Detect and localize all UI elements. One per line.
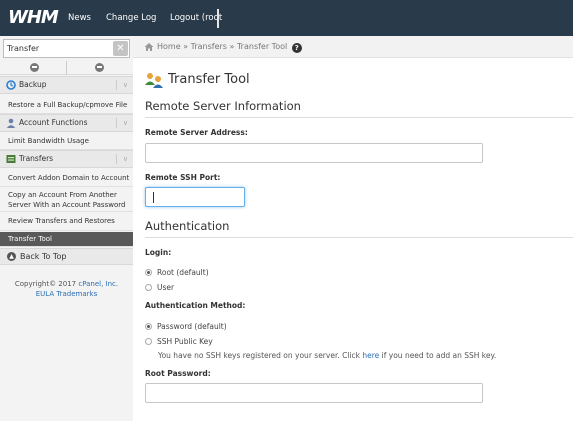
text-cursor xyxy=(217,9,219,28)
collapse-all-icon[interactable] xyxy=(30,63,39,72)
radio-unselected[interactable] xyxy=(145,338,152,345)
radio-selected[interactable] xyxy=(145,269,152,276)
sidebar-item-review-transfers[interactable]: Review Transfers and Restores xyxy=(0,212,133,231)
sidebar-item-limit-bandwidth[interactable]: Limit Bandwidth Usage xyxy=(0,133,133,150)
arrow-up-icon: ▲ xyxy=(7,252,16,261)
auth-method-label: SSH Public Key xyxy=(157,337,213,346)
account-functions-icon xyxy=(6,118,16,128)
authentication-method-label: Authentication Method: xyxy=(145,301,246,310)
authentication-section-heading: Authentication xyxy=(145,218,573,238)
add-ssh-key-link[interactable]: here xyxy=(362,351,379,360)
chevron-down-icon[interactable]: ∨ xyxy=(123,77,128,93)
search-input[interactable] xyxy=(7,40,107,57)
clear-search-icon[interactable]: ✕ xyxy=(113,41,128,56)
remote-server-address-label: Remote Server Address: xyxy=(145,128,248,137)
remote-server-section-heading: Remote Server Information xyxy=(145,98,573,118)
ssh-key-note: You have no SSH keys registered on your … xyxy=(158,351,496,361)
back-to-top-button[interactable]: ▲ Back To Top xyxy=(0,248,133,265)
backup-icon xyxy=(6,80,16,90)
sidebar-category-backup[interactable]: Backup ∨ xyxy=(0,76,133,94)
auth-method-label: Password (default) xyxy=(157,322,227,331)
change-log-link[interactable]: Change Log xyxy=(106,0,156,36)
sidebar-item-convert-addon-domain[interactable]: Convert Addon Domain to Account xyxy=(0,169,133,187)
sidebar-category-transfers[interactable]: Transfers ∨ xyxy=(0,150,133,168)
trademarks-link[interactable]: Trademarks xyxy=(56,290,97,298)
top-bar: WHM News Change Log Logout (root xyxy=(0,0,573,36)
remote-ssh-port-input[interactable] xyxy=(145,187,245,207)
chevron-down-icon[interactable]: ∨ xyxy=(123,115,128,131)
cpanel-link[interactable]: cPanel, Inc. xyxy=(78,280,118,288)
divider xyxy=(116,118,117,128)
eula-link[interactable]: EULA xyxy=(36,290,54,298)
login-option-root[interactable]: Root (default) xyxy=(145,268,209,278)
breadcrumb-separator: » xyxy=(183,42,189,51)
sidebar-item-label: Copy an Account From Another xyxy=(8,191,117,199)
radio-selected[interactable] xyxy=(145,323,152,330)
breadcrumb-separator: » xyxy=(229,42,235,51)
breadcrumb-trail: Home » Transfers » Transfer Tool ? xyxy=(157,36,302,58)
sidebar-item-label: Transfer Tool xyxy=(8,235,52,243)
sidebar: ✕ Backup ∨ Restore a Full Backup/cpmove … xyxy=(0,36,133,421)
radio-unselected[interactable] xyxy=(145,284,152,291)
page-title: Transfer Tool xyxy=(168,72,250,87)
remote-ssh-port-label: Remote SSH Port: xyxy=(145,173,221,182)
divider xyxy=(66,61,67,75)
sidebar-item-restore-full-backup[interactable]: Restore a Full Backup/cpmove File xyxy=(0,96,133,114)
ssh-key-note-text: You have no SSH keys registered on your … xyxy=(158,351,360,360)
auth-method-ssh-key[interactable]: SSH Public Key xyxy=(145,337,213,347)
login-option-label: User xyxy=(157,283,175,292)
ssh-key-note-text: if you need to add an SSH key. xyxy=(381,351,497,360)
breadcrumb-transfers[interactable]: Transfers xyxy=(191,42,227,51)
sidebar-item-label: Review Transfers and Restores xyxy=(8,217,115,225)
sidebar-category-label: Transfers xyxy=(19,154,54,163)
text-cursor xyxy=(153,192,154,203)
sidebar-category-account-functions[interactable]: Account Functions ∨ xyxy=(0,114,133,132)
breadcrumb: Home » Transfers » Transfer Tool ? xyxy=(133,36,573,58)
sidebar-category-label: Account Functions xyxy=(19,118,88,127)
sidebar-item-label: Limit Bandwidth Usage xyxy=(8,137,89,145)
expand-collapse-row xyxy=(0,61,133,75)
logout-link[interactable]: Logout (root xyxy=(170,0,222,36)
sidebar-item-label: Convert Addon Domain to Account xyxy=(8,174,130,182)
root-password-label: Root Password: xyxy=(145,369,211,378)
news-link[interactable]: News xyxy=(68,0,91,36)
sidebar-item-copy-account-password[interactable]: Copy an Account From Another Server With… xyxy=(0,187,133,212)
login-option-user[interactable]: User xyxy=(145,283,174,293)
copyright-text: Copyright© 2017 xyxy=(14,280,77,288)
help-icon[interactable]: ? xyxy=(291,43,302,53)
breadcrumb-home[interactable]: Home xyxy=(157,42,181,51)
divider xyxy=(116,80,117,90)
remote-server-address-input[interactable] xyxy=(145,143,483,163)
breadcrumb-current: Transfer Tool xyxy=(236,42,288,51)
whm-logo[interactable]: WHM xyxy=(8,7,59,29)
sidebar-item-label: Server With an Account Password xyxy=(8,201,126,209)
home-icon[interactable] xyxy=(144,42,154,52)
transfer-tool-icon xyxy=(145,73,163,88)
back-to-top-label: Back To Top xyxy=(20,252,67,261)
transfers-icon xyxy=(6,155,16,163)
chevron-down-icon[interactable]: ∨ xyxy=(123,151,128,167)
sidebar-search: ✕ xyxy=(3,39,130,58)
sidebar-item-label: Restore a Full Backup/cpmove File xyxy=(8,101,128,109)
divider xyxy=(116,154,117,164)
login-option-label: Root (default) xyxy=(157,268,209,277)
root-password-input[interactable] xyxy=(145,383,483,403)
copyright: Copyright© 2017 cPanel, Inc. EULA Tradem… xyxy=(0,279,133,299)
expand-all-icon[interactable] xyxy=(95,63,104,72)
sidebar-item-transfer-tool[interactable]: Transfer Tool xyxy=(0,232,133,247)
main-content: Transfer Tool Remote Server Information … xyxy=(133,58,573,421)
login-label: Login: xyxy=(145,248,172,257)
auth-method-password[interactable]: Password (default) xyxy=(145,322,227,332)
sidebar-category-label: Backup xyxy=(19,80,47,89)
